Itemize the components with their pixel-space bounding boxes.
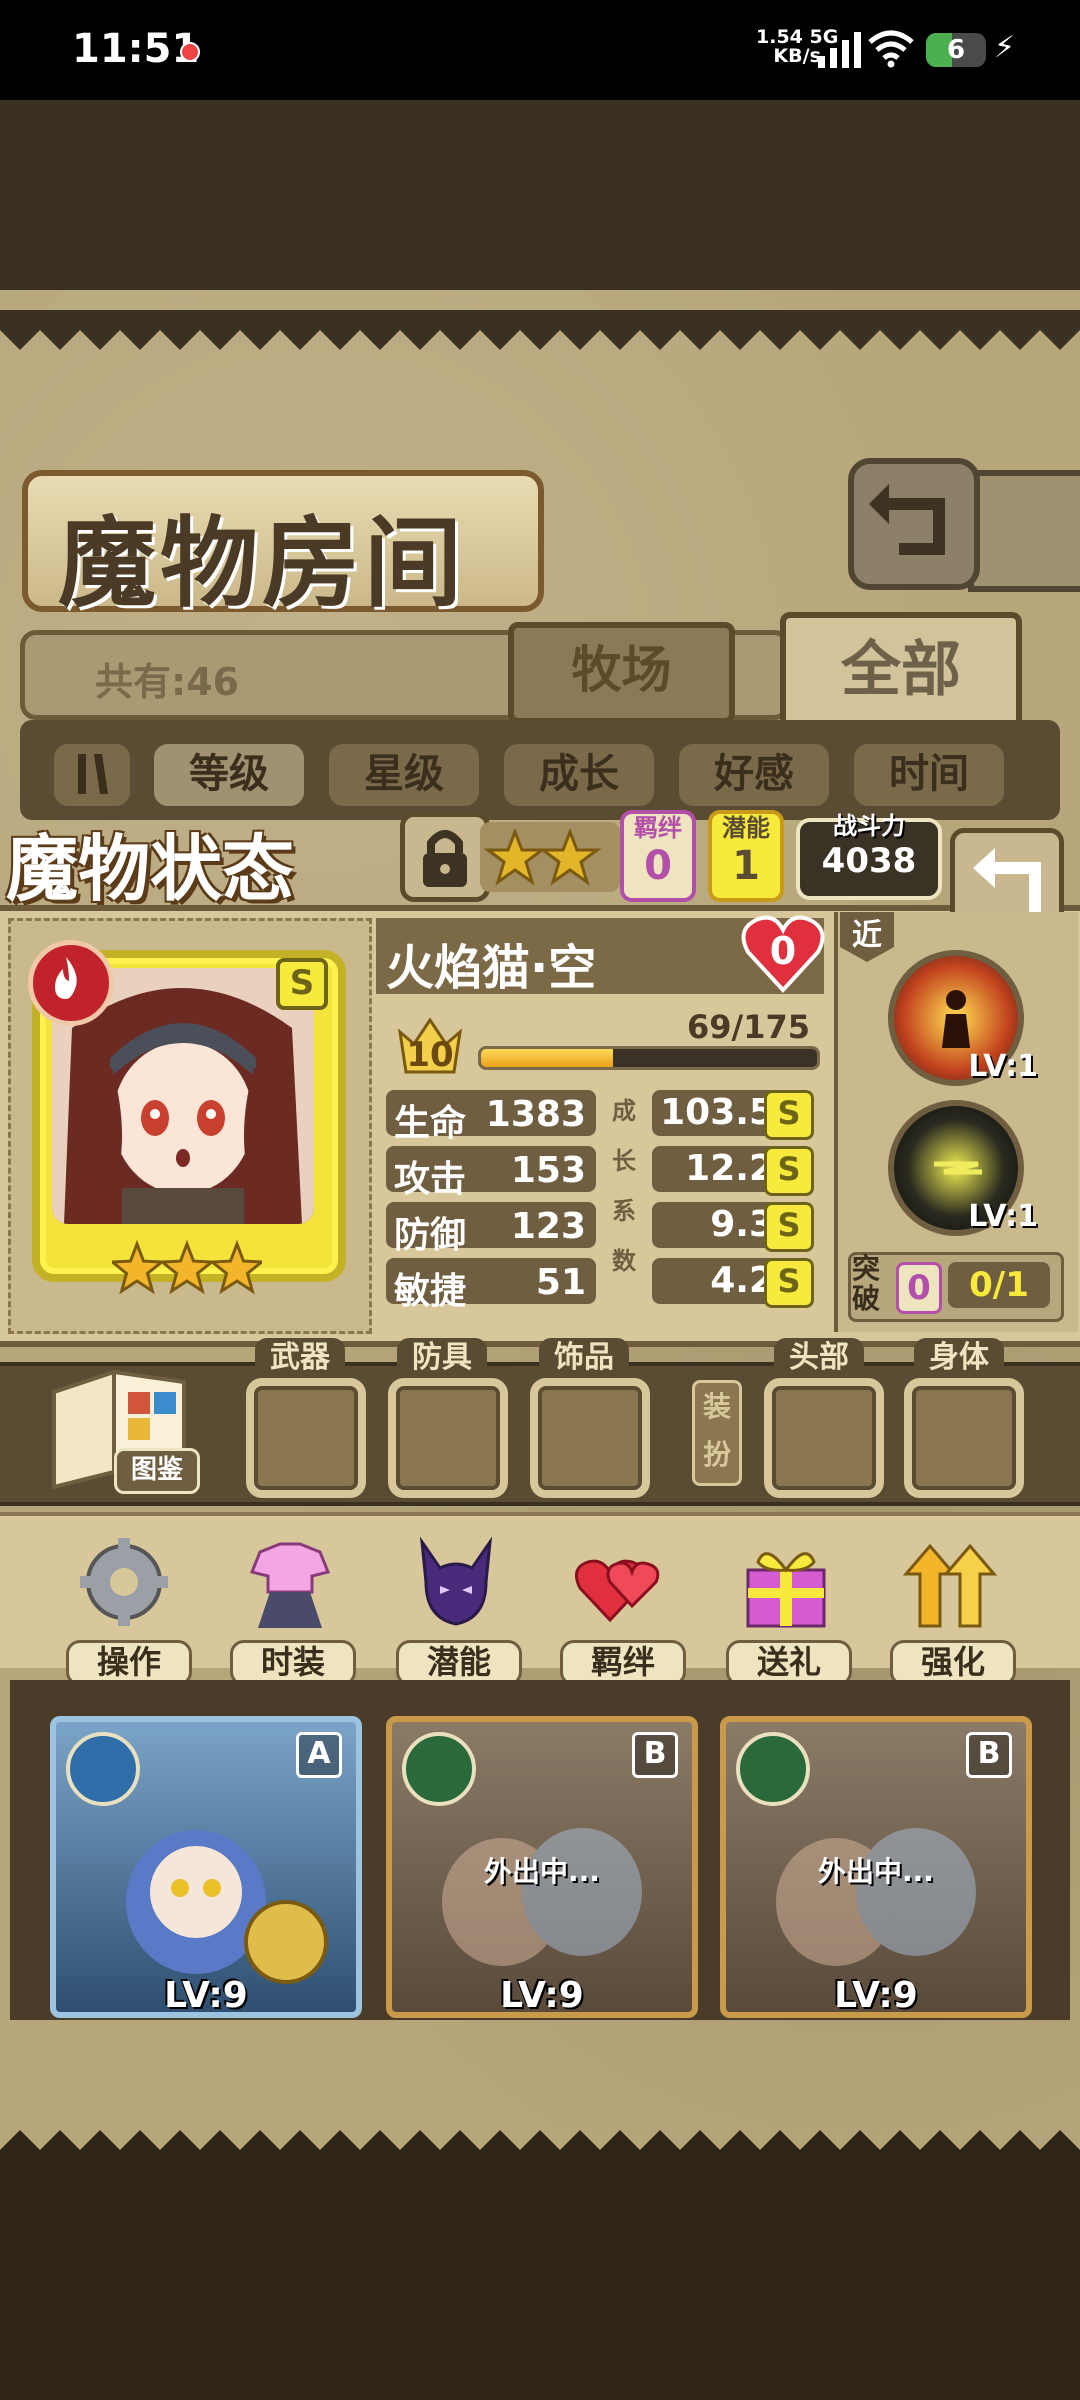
level-badge: 10 (394, 1014, 466, 1076)
sort-time[interactable]: 时间 (850, 740, 1008, 810)
tab-ranch[interactable]: 牧场 (508, 622, 735, 724)
slot-body[interactable] (904, 1378, 1024, 1498)
action-potential[interactable]: 潜能 (396, 1532, 522, 1686)
sort-growth[interactable]: 成长 (500, 740, 658, 810)
demon-icon (419, 1536, 493, 1626)
skill-lightning[interactable]: LV:1 (888, 1100, 1038, 1236)
battery-icon: 6 (926, 33, 986, 67)
action-operate[interactable]: 操作 (66, 1532, 192, 1686)
upgrade-arrows-icon (902, 1543, 998, 1628)
background-bottom (0, 2170, 1080, 2400)
potential-tag: 潜能 1 (708, 810, 784, 902)
combat-power-value: 4038 (821, 841, 917, 881)
slot-head[interactable] (764, 1378, 884, 1498)
star-icons (483, 827, 602, 886)
monster-count: 共有:46 (95, 660, 240, 704)
slot-label-weapon: 武器 (255, 1338, 345, 1378)
page-title-plate: 魔物房间 (22, 470, 544, 621)
star-icon (112, 1239, 166, 1295)
gear-icon (80, 1538, 168, 1626)
star-icon (208, 1239, 262, 1295)
hearts-icon (574, 1559, 660, 1623)
star-icon (158, 1239, 216, 1295)
bond-value: 0 (644, 843, 672, 889)
status-title: 魔物状态 (6, 827, 295, 911)
star-strip (480, 822, 620, 892)
breakthrough-value: 0 (896, 1262, 942, 1314)
exp-text: 69/175 (686, 1008, 810, 1046)
sort-order-button[interactable] (50, 740, 134, 810)
stat-row-atk: 攻击 153 (386, 1146, 596, 1200)
monster-portrait (126, 1830, 328, 1984)
bond-tag: 羁绊 0 (620, 810, 696, 902)
heart-icon: 0 (741, 915, 825, 993)
sort-level[interactable]: 等级 (150, 740, 308, 810)
sort-star[interactable]: 星级 (325, 740, 483, 810)
costume-icon (249, 1542, 331, 1628)
slot-armor[interactable] (388, 1378, 508, 1498)
status-bar: 11:51 1.54 5G KB/s 6 ⚡ (0, 0, 1080, 100)
growth-label: 成 长 系 数 (612, 1097, 636, 1275)
return-icon (869, 484, 945, 555)
zigzag-border (0, 310, 1080, 350)
monster-name: 火焰猫·空 (386, 940, 597, 996)
exp-bar (478, 1046, 820, 1070)
charging-icon: ⚡ (994, 30, 1016, 65)
signal-icon (818, 32, 861, 68)
tab-all[interactable]: 全部 (780, 612, 1022, 734)
growth-grade-atk: S (764, 1146, 814, 1196)
level-crown-icon: 10 (397, 1017, 463, 1075)
skill-fire[interactable]: LV:1 (888, 950, 1038, 1086)
affection-badge[interactable]: 0 (740, 912, 826, 996)
slot-label-armor: 防具 (397, 1338, 487, 1378)
potential-value: 1 (732, 843, 760, 889)
stat-row-hp: 生命 1383 (386, 1090, 596, 1144)
sort-order-icon (78, 754, 108, 794)
growth-grade-def: S (764, 1202, 814, 1252)
zigzag-border-bottom (0, 2130, 1080, 2170)
page-title: 魔物房间 (58, 507, 467, 621)
lock-icon (423, 830, 467, 887)
monster-card-1[interactable]: A LV:9 (50, 1716, 362, 2018)
growth-grade-agi: S (764, 1258, 814, 1308)
action-enhance[interactable]: 强化 (890, 1532, 1016, 1686)
growth-grade-hp: S (764, 1090, 814, 1140)
away-status: 外出中... (818, 1855, 934, 1888)
star-rating (112, 1239, 262, 1295)
away-status: 外出中... (484, 1855, 600, 1888)
encyclopedia-label: 图鉴 (114, 1448, 200, 1494)
header-right-plate (968, 470, 1080, 592)
breakthrough-progress[interactable]: 0/1 (948, 1262, 1050, 1308)
grade-badge: S (276, 958, 328, 1010)
action-costume[interactable]: 时装 (230, 1532, 356, 1686)
slot-weapon[interactable] (246, 1378, 366, 1498)
slot-label-head: 头部 (774, 1338, 864, 1378)
background-top (0, 100, 1080, 290)
monster-card-3[interactable]: B 外出中... LV:9 (720, 1716, 1032, 2018)
slot-accessory[interactable] (530, 1378, 650, 1498)
breakthrough-label: 突破 (852, 1252, 881, 1315)
wifi-icon (868, 30, 914, 68)
fire-element-icon (28, 940, 114, 1026)
stat-row-def: 防御 123 (386, 1202, 596, 1256)
gift-icon (746, 1552, 826, 1628)
level-value: 10 (406, 1035, 453, 1075)
back-button[interactable] (848, 458, 980, 590)
affection-value: 0 (770, 929, 796, 973)
notification-icon (180, 42, 200, 62)
exp-bar-fill (481, 1049, 614, 1067)
lock-button[interactable] (400, 812, 490, 902)
action-gift[interactable]: 送礼 (726, 1532, 852, 1686)
slot-label-accessory: 饰品 (539, 1338, 629, 1378)
action-bond[interactable]: 羁绊 (560, 1532, 686, 1686)
sort-affection[interactable]: 好感 (675, 740, 833, 810)
monster-card-2[interactable]: B 外出中... LV:9 (386, 1716, 698, 2018)
dress-up-label: 装扮 (692, 1380, 742, 1486)
slot-label-body: 身体 (914, 1338, 1004, 1378)
stat-row-agi: 敏捷 51 (386, 1258, 596, 1312)
combat-power: 战斗力 4038 (796, 812, 942, 900)
